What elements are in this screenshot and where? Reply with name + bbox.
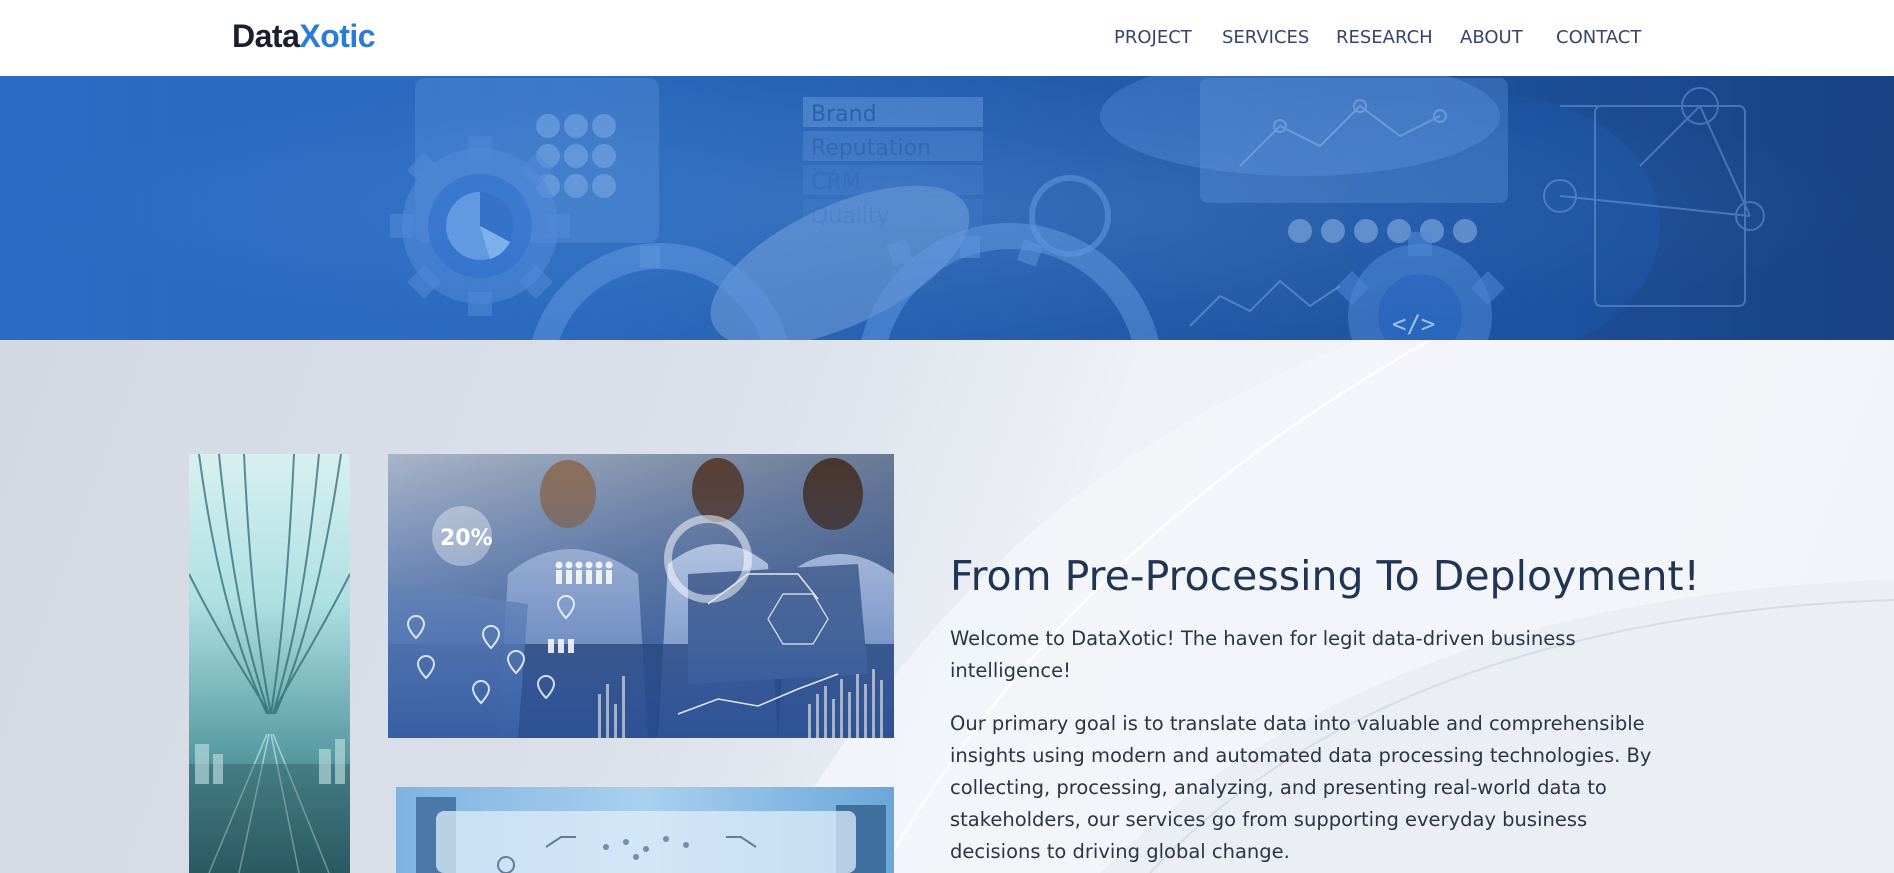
logo[interactable]: DataXotic bbox=[232, 18, 376, 55]
svg-text:20%: 20% bbox=[440, 526, 493, 551]
intro-section: 20% From Pre-Processing To Deployment! W… bbox=[0, 340, 1894, 873]
intro-paragraph-welcome: Welcome to DataXotic! The haven for legi… bbox=[950, 627, 1576, 682]
logo-text-data: Data bbox=[232, 18, 300, 54]
logo-text-xotic: Xotic bbox=[299, 18, 376, 54]
tunnel-photo bbox=[189, 454, 350, 873]
site-header: DataXotic PROJECT SERVICES RESEARCH ABOU… bbox=[0, 0, 1894, 76]
nav-research[interactable]: RESEARCH bbox=[1336, 27, 1433, 48]
intro-paragraph-goal: Our primary goal is to translate data in… bbox=[950, 712, 1652, 863]
hero-illustration: Brand Reputation CRM Quality </> bbox=[0, 76, 1894, 340]
hero-banner: Brand Reputation CRM Quality </> bbox=[0, 76, 1894, 340]
city-network-photo bbox=[396, 787, 894, 873]
nav-about[interactable]: ABOUT bbox=[1460, 27, 1523, 48]
intro-heading: From Pre-Processing To Deployment! bbox=[950, 552, 1700, 600]
team-analytics-photo: 20% bbox=[388, 454, 894, 738]
nav-services[interactable]: SERVICES bbox=[1222, 27, 1309, 48]
nav-project[interactable]: PROJECT bbox=[1114, 27, 1192, 48]
nav-contact[interactable]: CONTACT bbox=[1556, 27, 1641, 48]
